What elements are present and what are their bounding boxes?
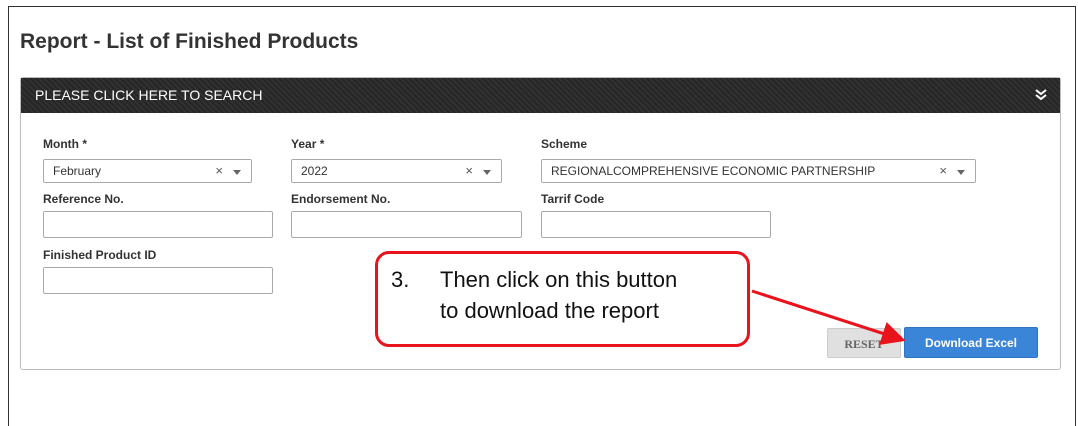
month-caret-icon[interactable] xyxy=(233,170,241,175)
finished-product-id-field[interactable] xyxy=(43,267,273,294)
month-label: Month * xyxy=(43,137,87,151)
search-panel-header-label: PLEASE CLICK HERE TO SEARCH xyxy=(35,87,263,103)
scheme-caret-icon[interactable] xyxy=(957,170,965,175)
scheme-select[interactable]: REGIONALCOMPREHENSIVE ECONOMIC PARTNERSH… xyxy=(541,159,976,183)
year-value: 2022 xyxy=(301,164,328,178)
endorsement-no-label: Endorsement No. xyxy=(291,192,391,206)
callout-line-1: Then click on this button xyxy=(440,267,678,292)
year-caret-icon[interactable] xyxy=(483,170,491,175)
reference-no-label: Reference No. xyxy=(43,192,124,206)
callout-line-2: to download the report xyxy=(440,298,659,323)
reset-button[interactable]: RESET xyxy=(827,328,901,358)
year-select[interactable]: 2022 × xyxy=(291,159,502,183)
reference-no-field[interactable] xyxy=(43,211,273,238)
tariff-code-label: Tarrif Code xyxy=(541,192,605,206)
search-panel-header[interactable]: PLEASE CLICK HERE TO SEARCH xyxy=(21,78,1060,113)
scheme-clear-icon[interactable]: × xyxy=(939,160,947,182)
callout-step-number: 3. xyxy=(391,267,410,292)
finished-product-id-label: Finished Product ID xyxy=(43,248,157,262)
year-label: Year * xyxy=(291,137,325,151)
endorsement-no-field[interactable] xyxy=(291,211,522,238)
double-chevron-down-icon[interactable] xyxy=(1034,88,1048,102)
download-excel-button[interactable]: Download Excel xyxy=(904,327,1038,358)
month-clear-icon[interactable]: × xyxy=(215,160,223,182)
tariff-code-field[interactable] xyxy=(541,211,771,238)
page-title: Report - List of Finished Products xyxy=(20,30,359,53)
month-value: February xyxy=(53,164,102,178)
scheme-value: REGIONALCOMPREHENSIVE ECONOMIC PARTNERSH… xyxy=(551,164,876,178)
month-select[interactable]: February × xyxy=(43,159,252,183)
scheme-label: Scheme xyxy=(541,137,588,151)
instruction-callout: 3. Then click on this button to download… xyxy=(375,251,750,347)
year-clear-icon[interactable]: × xyxy=(465,160,473,182)
